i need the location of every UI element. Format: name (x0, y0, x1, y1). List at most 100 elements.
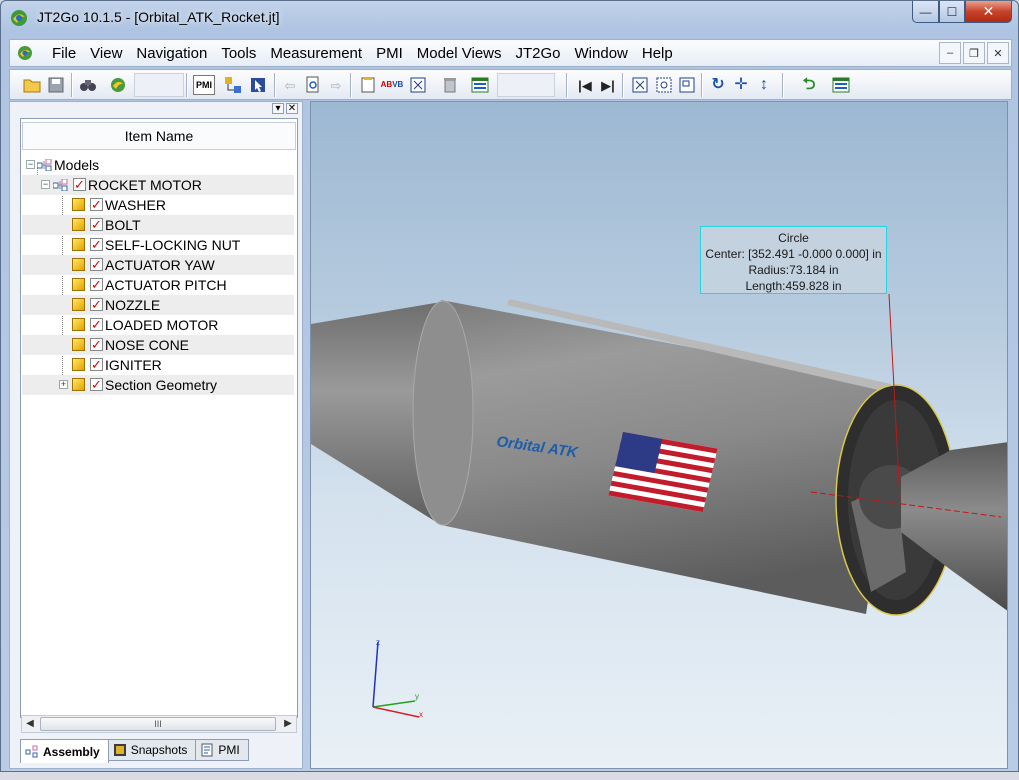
tree-row-part[interactable]: ✓ WASHER (22, 195, 294, 215)
view-panel-icon[interactable] (831, 75, 851, 95)
menu-window[interactable]: Window (568, 45, 635, 63)
pane-close-icon[interactable]: ✕ (286, 103, 298, 114)
spell-check-icon[interactable]: AB VB (381, 75, 404, 95)
zoom-area-icon[interactable] (654, 75, 674, 95)
tree-row-part[interactable]: ✓ IGNITER (22, 355, 294, 375)
model-structure-icon[interactable] (223, 75, 243, 95)
visibility-checkbox[interactable]: ✓ (90, 338, 103, 351)
window-maximize-button[interactable]: ☐ (939, 1, 965, 23)
back-arrow-icon[interactable]: ⇦ (280, 75, 300, 95)
tree-label: IGNITER (105, 357, 162, 373)
expand-icon[interactable]: + (59, 380, 68, 389)
part-cube-icon (72, 298, 85, 311)
pane-dropdown-icon[interactable]: ▾ (272, 103, 284, 114)
tree-row-part[interactable]: ✓ NOSE CONE (22, 335, 294, 355)
tree-label: Section Geometry (105, 377, 218, 393)
tree-label: NOSE CONE (105, 337, 190, 353)
scroll-thumb[interactable]: III (40, 717, 276, 731)
scroll-left-icon[interactable]: ◀ (22, 717, 38, 731)
part-cube-icon (72, 378, 85, 391)
zoom-page-icon[interactable] (303, 75, 323, 95)
tree-label: LOADED MOTOR (105, 317, 219, 333)
pane-tabs: Assembly Snapshots PMI (20, 739, 249, 763)
visibility-checkbox[interactable]: ✓ (90, 258, 103, 271)
fit-all-icon[interactable] (408, 75, 428, 95)
refresh-arrow-icon[interactable]: ⮌ (799, 75, 819, 95)
properties-icon[interactable] (358, 75, 378, 95)
tree-row-part[interactable]: ✓ LOADED MOTOR (22, 315, 294, 335)
tree-row-part[interactable]: ✓ NOZZLE (22, 295, 294, 315)
part-cube-icon (72, 358, 85, 371)
tab-assembly[interactable]: Assembly (20, 739, 109, 763)
tree-label: Models (54, 157, 100, 173)
visibility-checkbox[interactable]: ✓ (90, 198, 103, 211)
jt2go-globe-icon[interactable] (108, 75, 128, 95)
tree-row-part[interactable]: ✓ ACTUATOR YAW (22, 255, 294, 275)
visibility-checkbox[interactable]: ✓ (90, 238, 103, 251)
panel-layout-icon[interactable] (470, 75, 490, 95)
tree-horizontal-scrollbar[interactable]: ◀ III ▶ (21, 715, 297, 733)
menu-jt2go[interactable]: JT2Go (509, 45, 568, 63)
menu-measurement[interactable]: Measurement (263, 45, 369, 63)
window-minimize-button[interactable]: — (912, 1, 939, 23)
3d-viewport[interactable]: Orbital ATK z y x Circle Center: [352.49… (310, 101, 1008, 769)
tab-pmi[interactable]: PMI (195, 739, 249, 761)
visibility-checkbox[interactable]: ✓ (90, 318, 103, 331)
binoculars-icon[interactable] (78, 75, 98, 95)
scroll-right-icon[interactable]: ▶ (280, 717, 296, 731)
jt2go-app-icon (11, 10, 27, 26)
open-folder-icon[interactable] (22, 75, 42, 95)
mdi-restore-button[interactable]: ❐ (963, 42, 985, 64)
toolbar-spacer (497, 73, 555, 97)
menu-pmi[interactable]: PMI (369, 45, 410, 63)
collapse-icon[interactable]: − (26, 160, 35, 169)
toolbar-separator (701, 73, 703, 97)
tree-row-models[interactable]: − Models (22, 155, 294, 175)
menu-model-views[interactable]: Model Views (410, 45, 509, 63)
tab-label: Assembly (43, 744, 100, 759)
mdi-minimize-button[interactable]: – (939, 42, 961, 64)
mdi-close-button[interactable]: ✕ (987, 42, 1009, 64)
menu-view[interactable]: View (83, 45, 129, 63)
menu-help[interactable]: Help (635, 45, 680, 63)
collapse-icon[interactable]: − (41, 180, 50, 189)
zoom-updown-icon[interactable]: ↕ (754, 75, 774, 95)
visibility-checkbox[interactable]: ✓ (90, 378, 103, 391)
part-cube-icon (72, 238, 85, 251)
tree-row-part[interactable]: ✓ SELF-LOCKING NUT (22, 235, 294, 255)
tab-snapshots[interactable]: Snapshots (107, 739, 197, 761)
tree-row-section-geometry[interactable]: + ✓ Section Geometry (22, 375, 294, 395)
tree-row-part[interactable]: ✓ ACTUATOR PITCH (22, 275, 294, 295)
window-close-button[interactable]: ✕ (965, 1, 1012, 23)
forward-arrow-icon[interactable]: ⇨ (326, 75, 346, 95)
document-icon[interactable] (16, 44, 34, 62)
tree-row-part[interactable]: ✓ BOLT (22, 215, 294, 235)
zoom-window-icon[interactable] (677, 75, 697, 95)
visibility-checkbox[interactable]: ✓ (90, 298, 103, 311)
pmi-measurement-callout[interactable]: Circle Center: [352.491 -0.000 0.000] in… (700, 226, 887, 294)
tree-column-header[interactable]: Item Name (22, 122, 296, 150)
menu-tools[interactable]: Tools (214, 45, 263, 63)
select-pointer-icon[interactable] (248, 75, 268, 95)
rotate-icon[interactable]: ↻ (708, 75, 728, 95)
visibility-checkbox[interactable]: ✓ (90, 358, 103, 371)
pmi-toolbar-button[interactable]: PMI (193, 75, 215, 95)
fit-view-icon[interactable] (630, 75, 650, 95)
trash-icon[interactable] (440, 75, 460, 95)
menu-navigation[interactable]: Navigation (129, 45, 214, 63)
models-node-icon (37, 159, 52, 171)
pan-icon[interactable]: ✛ (731, 75, 751, 95)
title-bar[interactable]: JT2Go 10.1.5 - [Orbital_ATK_Rocket.jt] —… (1, 1, 1018, 35)
toolbar-separator (566, 73, 568, 97)
menu-file[interactable]: File (45, 45, 83, 63)
rocket-model[interactable]: Orbital ATK z y x (311, 102, 1008, 769)
visibility-checkbox[interactable]: ✓ (90, 278, 103, 291)
toolbar-separator (782, 73, 784, 97)
save-icon[interactable] (46, 75, 66, 95)
tree-label: SELF-LOCKING NUT (105, 237, 241, 253)
next-frame-icon[interactable]: ▶| (598, 75, 618, 95)
visibility-checkbox[interactable]: ✓ (90, 218, 103, 231)
first-frame-icon[interactable]: |◀ (575, 75, 595, 95)
visibility-checkbox[interactable]: ✓ (73, 178, 86, 191)
tree-row-rocket-motor[interactable]: − ✓ ROCKET MOTOR (22, 175, 294, 195)
